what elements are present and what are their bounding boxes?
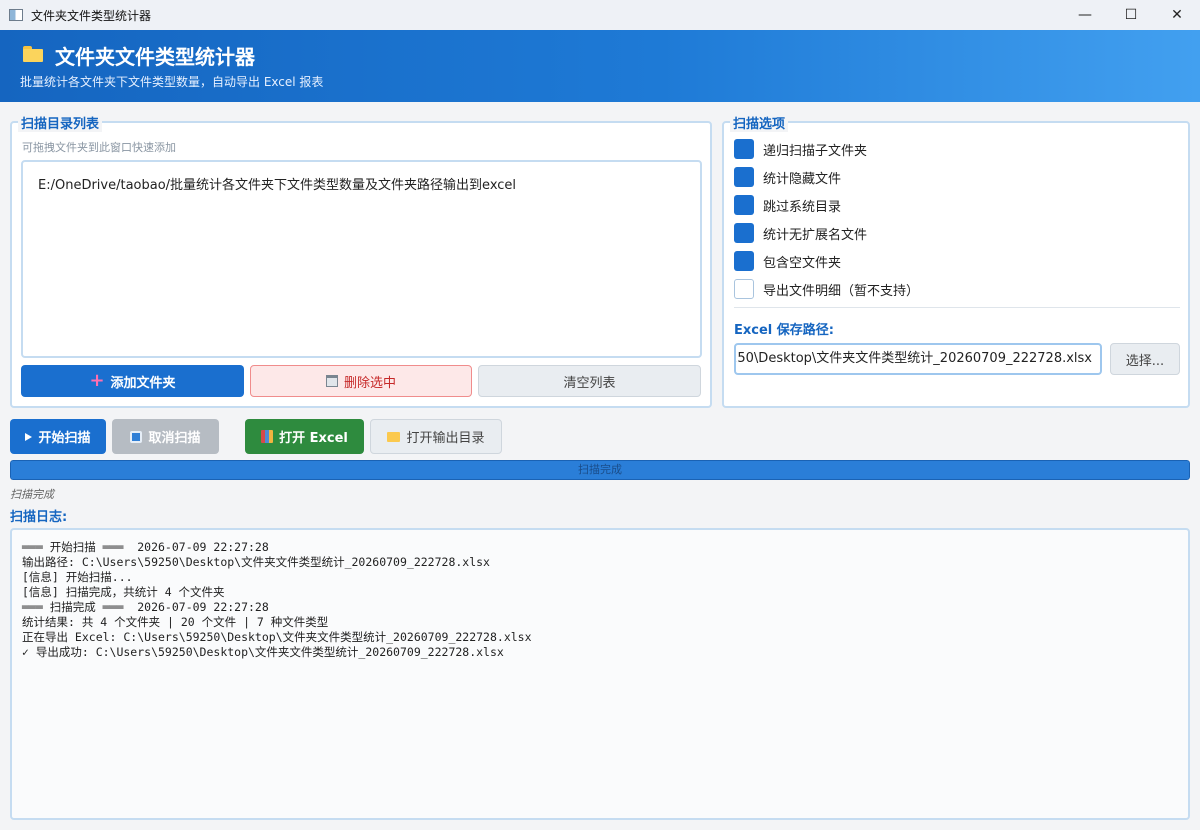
log-line: ═══ 开始扫描 ═══ 2026-07-09 22:27:28 [22,540,269,554]
log-line: [信息] 开始扫描... [22,570,133,584]
close-button[interactable]: ✕ [1154,0,1200,30]
trash-icon [325,375,338,387]
excel-path-input[interactable]: C:\Users\59250\Desktop\文件夹文件类型统计_2026070… [734,343,1102,375]
scan-log[interactable]: ═══ 开始扫描 ═══ 2026-07-09 22:27:28 输出路径: C… [10,528,1190,820]
choose-path-button[interactable]: 选择... [1110,343,1180,375]
open-output-dir-button[interactable]: 打开输出目录 [370,419,502,454]
log-line: ═══ 扫描完成 ═══ 2026-07-09 22:27:28 [22,600,269,614]
stop-icon [130,430,143,443]
scan-dir-group: 扫描目录列表 可拖拽文件夹到此窗口快速添加 E:/OneDrive/taobao… [10,113,712,408]
window-controls: — ☐ ✕ [1062,0,1200,30]
option-label: 导出文件明细（暂不支持） [763,283,920,299]
divider [734,307,1180,308]
option-hidden-files[interactable]: 统计隐藏文件 [734,167,841,187]
open-excel-button[interactable]: 打开 Excel [245,419,364,454]
start-scan-button[interactable]: 开始扫描 [10,419,106,454]
cancel-scan-label: 取消扫描 [148,431,201,446]
option-label: 统计无扩展名文件 [763,227,868,243]
page-title: 文件夹文件类型统计器 [55,45,255,69]
add-folder-button[interactable]: + 添加文件夹 [21,365,244,397]
window-title: 文件夹文件类型统计器 [31,8,152,23]
app-icon [9,9,23,21]
add-folder-label: 添加文件夹 [110,375,176,391]
scan-options-title: 扫描选项 [730,113,789,132]
option-label: 统计隐藏文件 [763,171,842,187]
play-icon [25,432,33,441]
checkbox[interactable] [734,223,754,243]
clear-list-label: 清空列表 [563,375,616,391]
folder-icon [387,431,401,442]
option-skip-system[interactable]: 跳过系统目录 [734,195,841,215]
list-item[interactable]: E:/OneDrive/taobao/批量统计各文件夹下文件类型数量及文件夹路径… [38,174,516,193]
open-output-dir-label: 打开输出目录 [406,431,485,446]
progress-text: 扫描完成 [578,463,622,476]
option-label: 跳过系统目录 [763,199,842,215]
log-line: 输出路径: C:\Users\59250\Desktop\文件夹文件类型统计_2… [22,555,490,569]
open-excel-label: 打开 Excel [279,431,348,446]
plus-icon: + [89,370,105,391]
excel-path-label: Excel 保存路径: [734,323,834,338]
minimize-button[interactable]: — [1062,0,1108,30]
start-scan-label: 开始扫描 [38,431,91,446]
checkbox[interactable] [734,195,754,215]
scan-options-group: 扫描选项 递归扫描子文件夹 统计隐藏文件 跳过系统目录 统计无扩展名文件 包含空… [722,113,1190,408]
excel-path-value: C:\Users\59250\Desktop\文件夹文件类型统计_2026070… [736,351,1092,366]
delete-selected-label: 删除选中 [343,375,396,391]
scan-dir-list[interactable]: E:/OneDrive/taobao/批量统计各文件夹下文件类型数量及文件夹路径… [21,160,702,358]
cancel-scan-button[interactable]: 取消扫描 [112,419,219,454]
log-line: 统计结果: 共 4 个文件夹 | 20 个文件 | 7 种文件类型 [22,615,329,629]
folder-icon [23,46,43,62]
checkbox[interactable] [734,279,754,299]
choose-path-label: 选择... [1125,353,1165,369]
option-export-details[interactable]: 导出文件明细（暂不支持） [734,279,919,299]
header-banner: 文件夹文件类型统计器 批量统计各文件夹下文件类型数量，自动导出 Excel 报表 [0,30,1200,102]
checkbox[interactable] [734,139,754,159]
excel-icon [261,430,274,443]
option-label: 递归扫描子文件夹 [763,143,868,159]
scan-dir-title: 扫描目录列表 [18,113,103,132]
progress-bar: 扫描完成 [10,460,1190,480]
option-empty-folders[interactable]: 包含空文件夹 [734,251,841,271]
log-line: ✓ 导出成功: C:\Users\59250\Desktop\文件夹文件类型统计… [22,645,504,659]
clear-list-button[interactable]: 清空列表 [478,365,701,397]
maximize-button[interactable]: ☐ [1108,0,1154,30]
status-text: 扫描完成 [10,488,54,501]
option-no-extension[interactable]: 统计无扩展名文件 [734,223,867,243]
page-subtitle: 批量统计各文件夹下文件类型数量，自动导出 Excel 报表 [20,75,324,89]
title-bar: 文件夹文件类型统计器 — ☐ ✕ [0,0,1200,30]
option-recursive[interactable]: 递归扫描子文件夹 [734,139,867,159]
checkbox[interactable] [734,167,754,187]
delete-selected-button[interactable]: 删除选中 [250,365,472,397]
log-line: 正在导出 Excel: C:\Users\59250\Desktop\文件夹文件… [22,630,532,644]
checkbox[interactable] [734,251,754,271]
log-title: 扫描日志: [10,510,68,525]
option-label: 包含空文件夹 [763,255,842,271]
drag-hint: 可拖拽文件夹到此窗口快速添加 [22,141,176,154]
log-line: [信息] 扫描完成，共统计 4 个文件夹 [22,585,225,599]
